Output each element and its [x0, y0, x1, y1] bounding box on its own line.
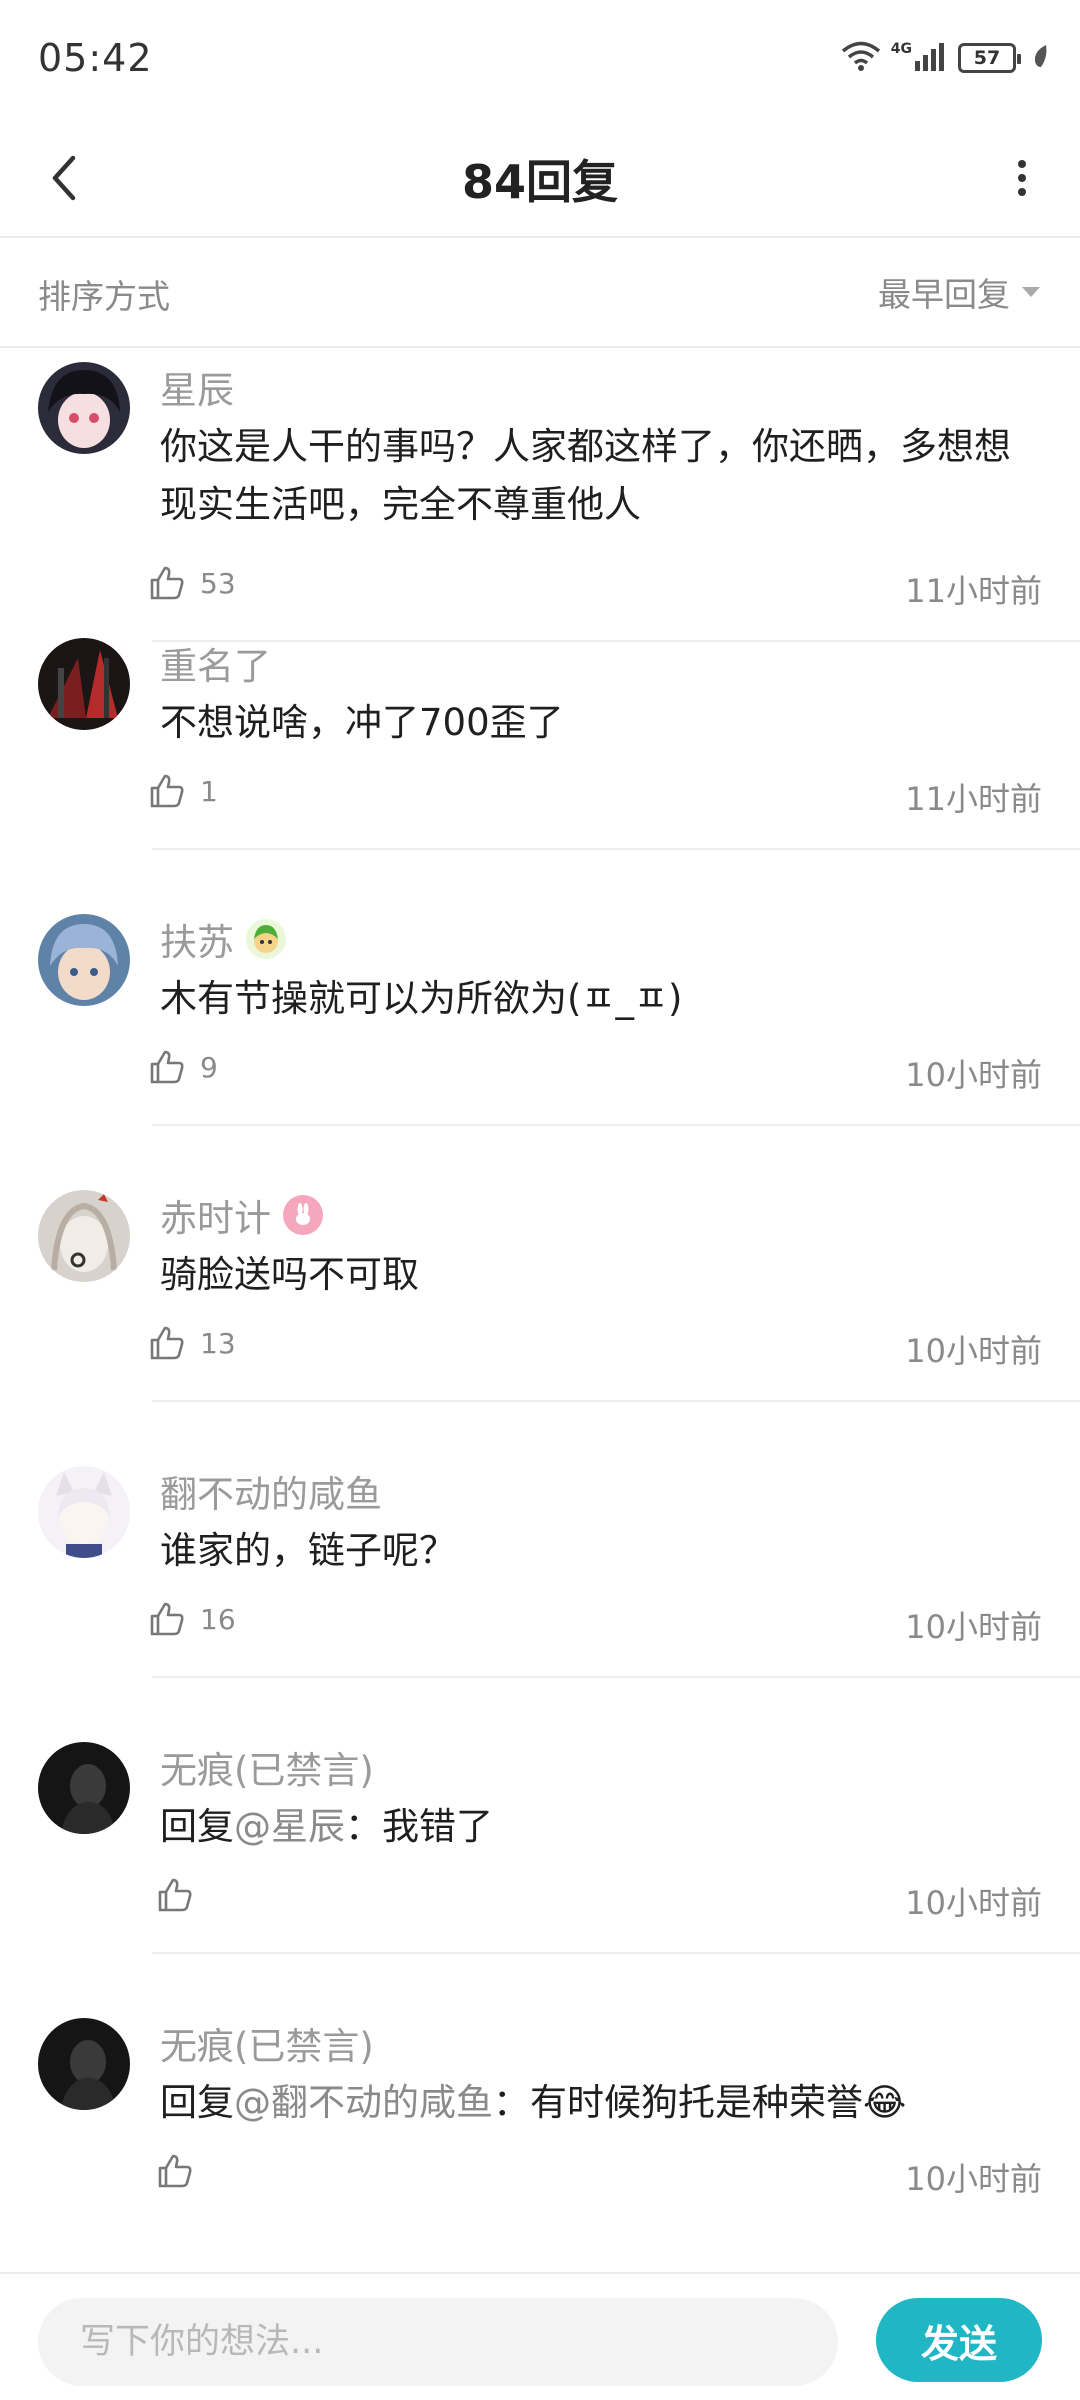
- username[interactable]: 赤时计: [160, 1188, 271, 1242]
- name-row: 翻不动的咸鱼: [160, 1464, 382, 1518]
- mention-link[interactable]: @星辰: [234, 1805, 345, 1848]
- like-count: 9: [200, 1050, 218, 1084]
- comment-item: 重名了 不想说啥，冲了700歪了 1 11小时前: [0, 626, 1080, 902]
- avatar[interactable]: [38, 362, 130, 454]
- username[interactable]: 重名了: [160, 636, 271, 690]
- like-count: 16: [200, 1602, 236, 1636]
- avatar[interactable]: [38, 638, 130, 730]
- like-button[interactable]: [156, 2152, 208, 2190]
- like-button[interactable]: 13: [148, 1324, 236, 1362]
- thumbs-up-icon: [150, 774, 184, 808]
- thumbs-up-icon: [150, 1050, 184, 1084]
- username[interactable]: 扶苏: [160, 912, 234, 966]
- page-title: 84回复: [461, 155, 618, 209]
- reply-prefix: 回复: [160, 2081, 234, 2124]
- header: 84回复: [0, 118, 1080, 238]
- like-button[interactable]: 53: [148, 564, 236, 602]
- username[interactable]: 无痕(已禁言): [160, 1740, 374, 1794]
- avatar[interactable]: [38, 1742, 130, 1834]
- comment-text: 木有节操就可以为所欲为(ㅍ_ㅍ): [160, 977, 683, 1020]
- divider: [152, 1676, 1080, 1678]
- send-button[interactable]: 发送: [876, 2298, 1042, 2382]
- dropdown-triangle-icon: [1022, 287, 1040, 297]
- avatar[interactable]: [38, 1466, 130, 1558]
- like-count: 13: [200, 1326, 236, 1360]
- leaf-icon: [1032, 43, 1050, 73]
- comment-time: 11小时前: [905, 780, 1042, 818]
- avatar[interactable]: [38, 2018, 130, 2110]
- comment-input[interactable]: [80, 2322, 838, 2362]
- username[interactable]: 翻不动的咸鱼: [160, 1464, 382, 1518]
- name-row: 星辰: [160, 360, 234, 414]
- reply-prefix: 回复: [160, 1805, 234, 1848]
- wifi-icon: [841, 40, 881, 76]
- username[interactable]: 星辰: [160, 360, 234, 414]
- like-button[interactable]: 1: [148, 772, 218, 810]
- more-vertical-icon: [1018, 160, 1026, 196]
- comment-input-wrapper: [38, 2298, 838, 2386]
- like-count: 53: [200, 566, 236, 600]
- comment-item: 无痕(已禁言) 回复@星辰：我错了 10小时前: [0, 1730, 1080, 2006]
- more-options-button[interactable]: [986, 142, 1058, 214]
- sort-value: 最早回复: [878, 275, 1010, 314]
- reply-body: ：有时候狗托是种荣誉😂: [493, 2081, 907, 2124]
- avatar[interactable]: [38, 914, 130, 1006]
- comment-list: 星辰 你这是人干的事吗？人家都这样了，你还晒，多想想现实生活吧，完全不尊重他人 …: [0, 350, 1080, 2272]
- status-icons: 4G 57: [841, 38, 1050, 78]
- green-character-badge-icon: [246, 919, 286, 959]
- name-row: 无痕(已禁言): [160, 1740, 374, 1794]
- status-bar: 05:42 4G 57: [0, 0, 1080, 118]
- mention-link[interactable]: @翻不动的咸鱼: [234, 2081, 493, 2124]
- like-count: 1: [200, 774, 218, 808]
- thumbs-up-icon: [158, 2154, 192, 2188]
- sort-dropdown[interactable]: 最早回复: [878, 268, 1042, 316]
- comment-time: 10小时前: [905, 1884, 1042, 1922]
- comment-text: 不想说啥，冲了700歪了: [160, 701, 564, 744]
- divider: [152, 1952, 1080, 1954]
- thumbs-up-icon: [150, 566, 184, 600]
- name-row: 重名了: [160, 636, 271, 690]
- like-button[interactable]: [156, 1876, 208, 1914]
- thumbs-up-icon: [150, 1326, 184, 1360]
- comment-text: 回复@星辰：我错了: [160, 1798, 1040, 1856]
- sort-label: 排序方式: [38, 277, 170, 316]
- comment-text: 你这是人干的事吗？人家都这样了，你还晒，多想想现实生活吧，完全不尊重他人: [160, 425, 1011, 526]
- signal-icon: [914, 41, 948, 75]
- reply-body: ：我错了: [345, 1805, 493, 1848]
- comment-time: 10小时前: [905, 1056, 1042, 1094]
- comment-time: 10小时前: [905, 1332, 1042, 1370]
- like-button[interactable]: 16: [148, 1600, 236, 1638]
- battery-icon: 57: [958, 43, 1021, 73]
- name-row: 扶苏: [160, 912, 286, 966]
- sort-bar: 排序方式 最早回复: [0, 238, 1080, 348]
- thumbs-up-icon: [150, 1602, 184, 1636]
- divider: [152, 1124, 1080, 1126]
- name-row: 无痕(已禁言): [160, 2016, 374, 2070]
- comment-time: 11小时前: [905, 572, 1042, 610]
- divider: [152, 848, 1080, 850]
- status-time: 05:42: [38, 36, 153, 80]
- comment-item: 赤时计 骑脸送吗不可取 13 10小时前: [0, 1178, 1080, 1454]
- battery-level: 57: [973, 47, 1001, 69]
- divider: [152, 1400, 1080, 1402]
- name-row: 赤时计: [160, 1188, 323, 1242]
- comment-input-bar: 发送: [0, 2272, 1080, 2400]
- comment-text: 骑脸送吗不可取: [160, 1253, 419, 1296]
- comment-text: 谁家的，链子呢？: [160, 1529, 456, 1572]
- comment-time: 10小时前: [905, 2160, 1042, 2198]
- comment-item: 扶苏 木有节操就可以为所欲为(ㅍ_ㅍ) 9 10小时前: [0, 902, 1080, 1178]
- like-button[interactable]: 9: [148, 1048, 218, 1086]
- pink-rabbit-badge-icon: [283, 1195, 323, 1235]
- thumbs-up-icon: [158, 1878, 192, 1912]
- username[interactable]: 无痕(已禁言): [160, 2016, 374, 2070]
- comment-item: 星辰 你这是人干的事吗？人家都这样了，你还晒，多想想现实生活吧，完全不尊重他人 …: [0, 350, 1080, 642]
- avatar[interactable]: [38, 1190, 130, 1282]
- comment-time: 10小时前: [905, 1608, 1042, 1646]
- comment-item: 无痕(已禁言) 回复@翻不动的咸鱼：有时候狗托是种荣誉😂 10小时前: [0, 2006, 1080, 2272]
- network-type: 4G: [890, 41, 912, 57]
- comment-text: 回复@翻不动的咸鱼：有时候狗托是种荣誉😂: [160, 2074, 1040, 2132]
- comment-item: 翻不动的咸鱼 谁家的，链子呢？ 16 10小时前: [0, 1454, 1080, 1730]
